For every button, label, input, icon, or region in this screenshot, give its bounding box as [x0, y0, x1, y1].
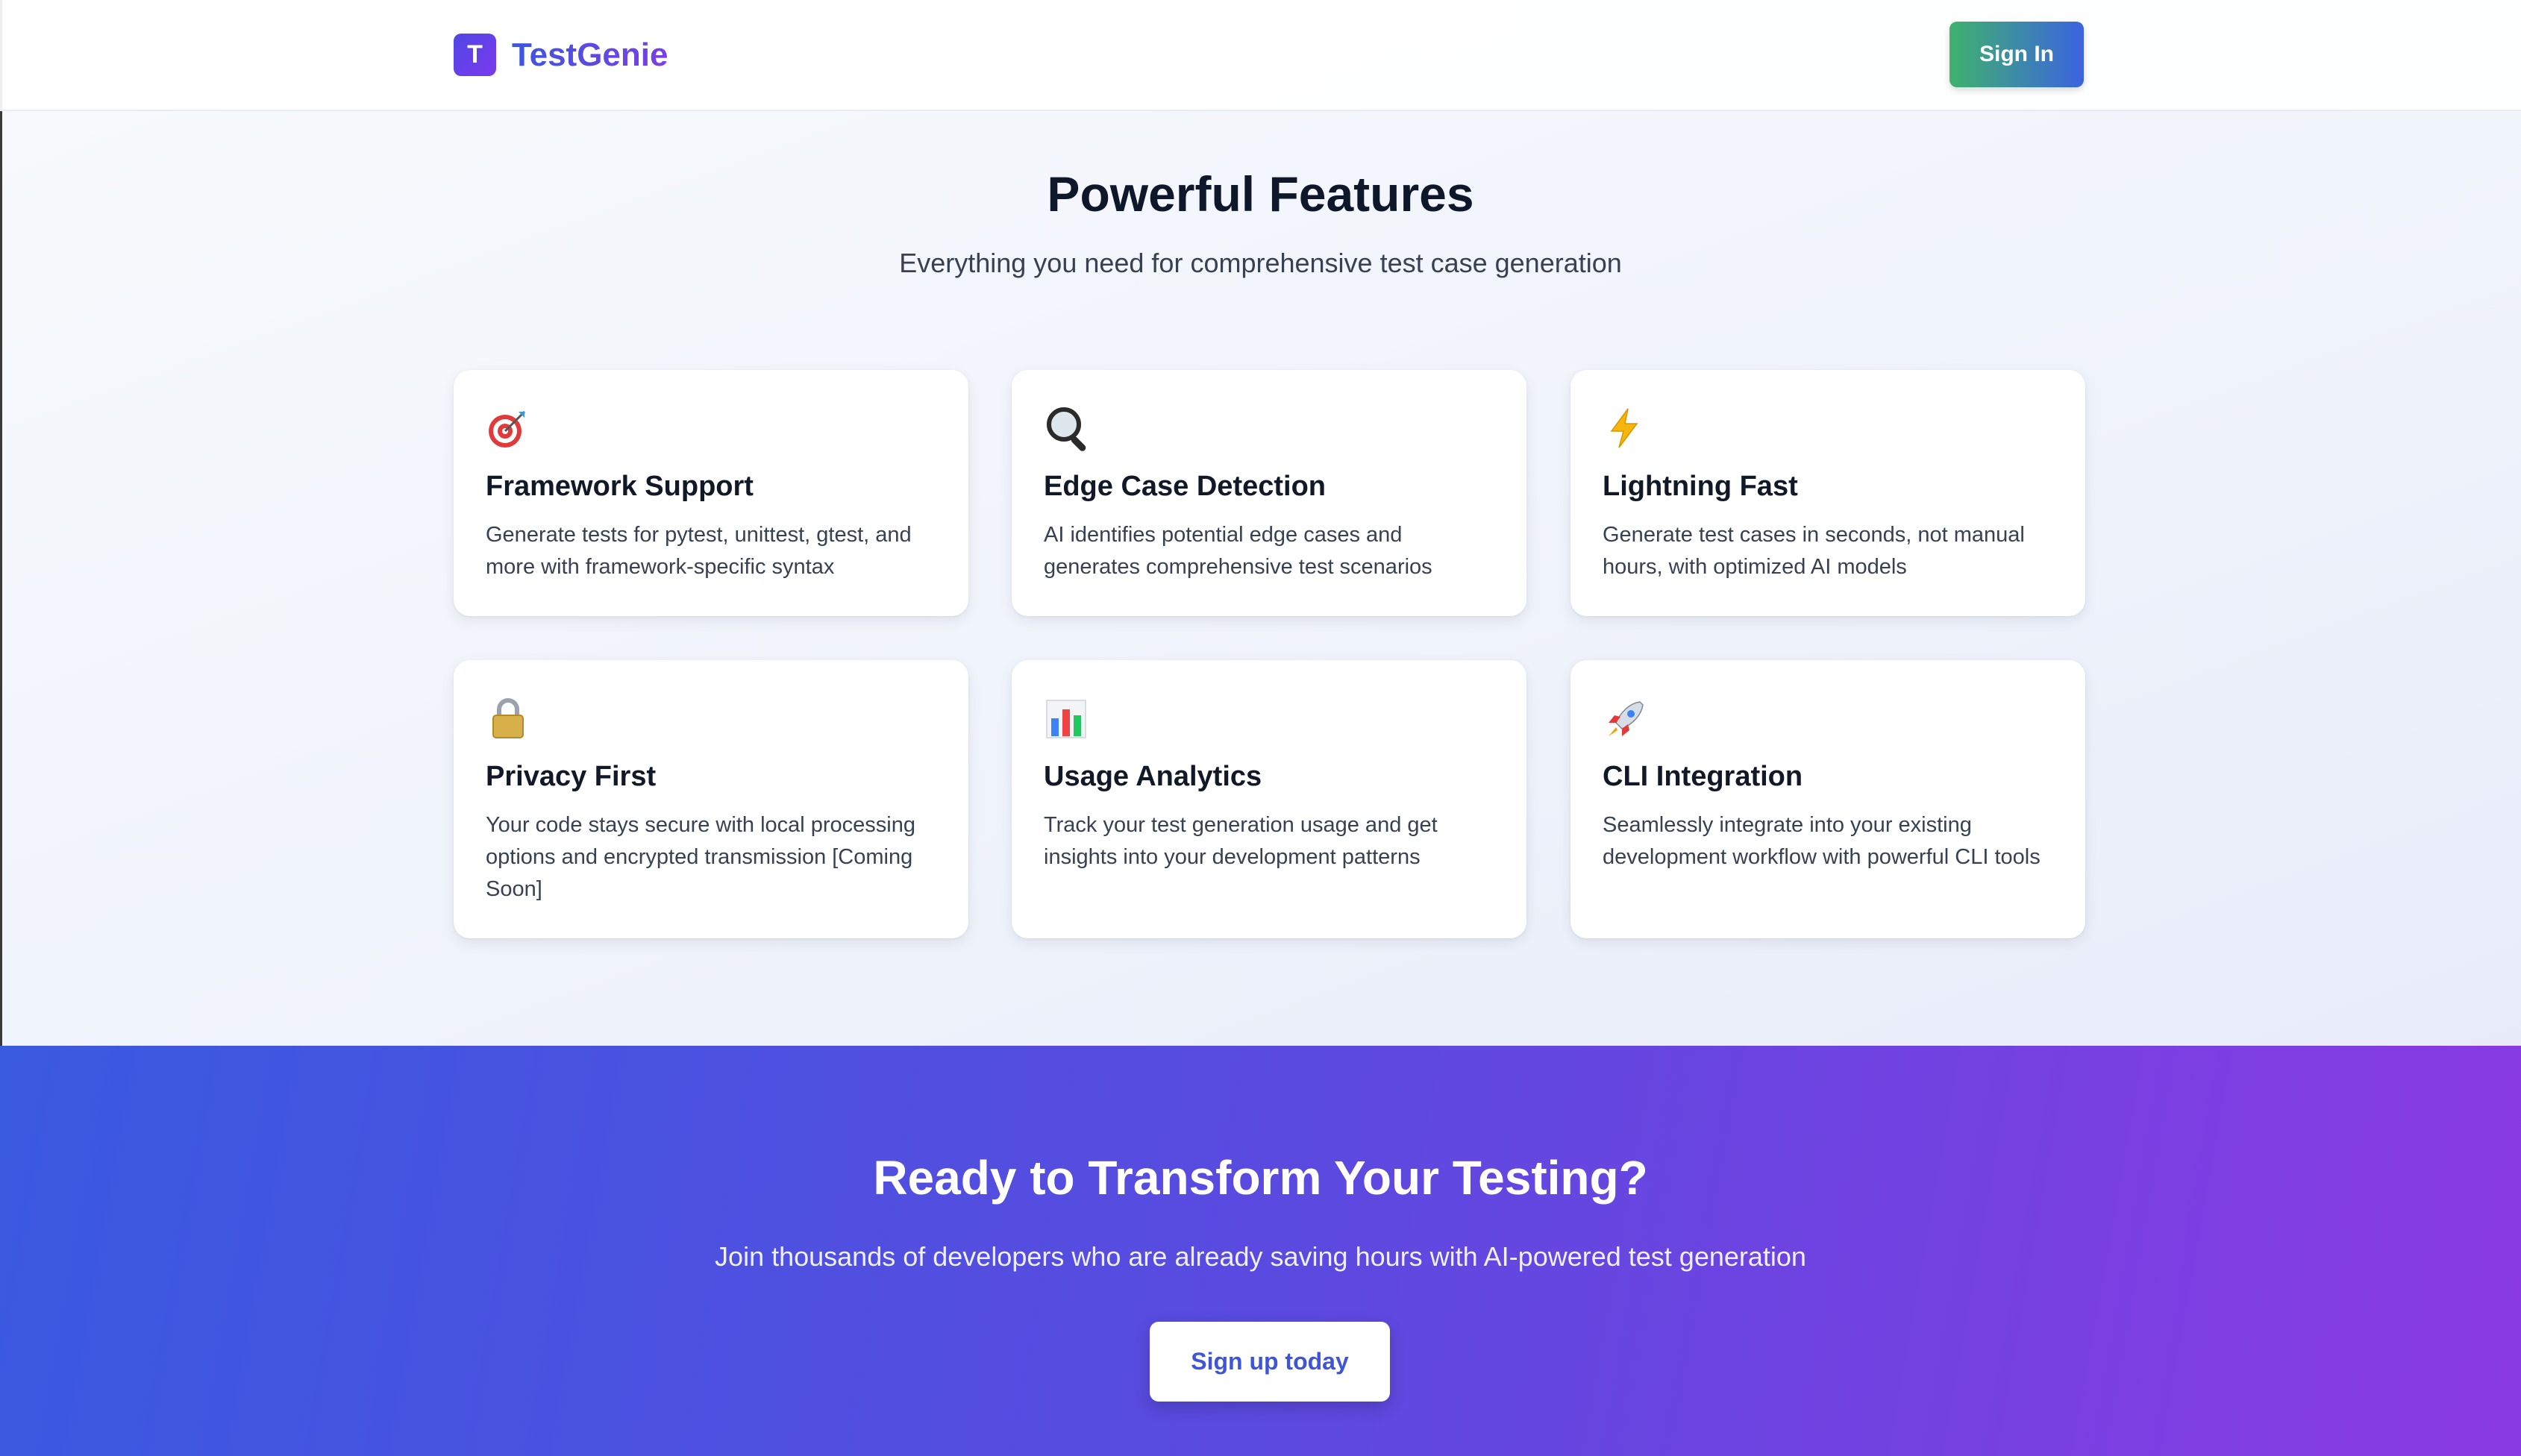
navbar: T TestGenie Sign In	[0, 0, 2521, 111]
cta-title: Ready to Transform Your Testing?	[873, 1151, 1648, 1205]
feature-card-description: Generate tests for pytest, unittest, gte…	[486, 523, 912, 579]
lock-icon	[486, 696, 530, 741]
lightning-icon	[1603, 406, 1647, 451]
feature-card-title: Edge Case Detection	[1044, 471, 1326, 502]
features-title: Powerful Features	[1047, 166, 1474, 222]
feature-card-cli-integration: CLI Integration Seamlessly integrate int…	[1570, 660, 2085, 938]
feature-card-description: AI identifies potential edge cases and g…	[1044, 523, 1432, 579]
feature-card-title: Framework Support	[486, 471, 754, 502]
features-subtitle: Everything you need for comprehensive te…	[899, 248, 1622, 278]
feature-card-description: Track your test generation usage and get…	[1044, 813, 1438, 869]
feature-card-title: Usage Analytics	[1044, 761, 1262, 792]
feature-card-title: Lightning Fast	[1603, 471, 1798, 502]
target-icon	[486, 406, 530, 451]
feature-card-lightning-fast: Lightning Fast Generate test cases in se…	[1570, 370, 2085, 616]
rocket-icon	[1603, 696, 1647, 741]
feature-card-title: Privacy First	[486, 761, 657, 792]
cta-section: Ready to Transform Your Testing? Join th…	[0, 1046, 2521, 1456]
feature-card-description: Your code stays secure with local proces…	[486, 813, 916, 901]
feature-card-title: CLI Integration	[1603, 761, 1803, 792]
feature-card-framework-support: Framework Support Generate tests for pyt…	[454, 370, 968, 616]
sign-up-button[interactable]: Sign up today	[1150, 1322, 1390, 1402]
feature-card-usage-analytics: Usage Analytics Track your test generati…	[1012, 660, 1526, 938]
magnifier-icon	[1044, 406, 1089, 453]
cta-subtitle: Join thousands of developers who are alr…	[715, 1241, 1806, 1272]
feature-card-description: Generate test cases in seconds, not manu…	[1603, 523, 2025, 579]
window-edge	[0, 0, 2, 1046]
feature-card-edge-case-detection: Edge Case Detection AI identifies potent…	[1012, 370, 1526, 616]
brand-name[interactable]: TestGenie	[512, 34, 668, 76]
bar-chart-icon	[1044, 696, 1089, 741]
feature-card-privacy-first: Privacy First Your code stays secure wit…	[454, 660, 968, 938]
feature-card-description: Seamlessly integrate into your existing …	[1603, 813, 2041, 869]
logo-mark[interactable]: T	[454, 34, 496, 76]
sign-in-button[interactable]: Sign In	[1950, 22, 2084, 87]
